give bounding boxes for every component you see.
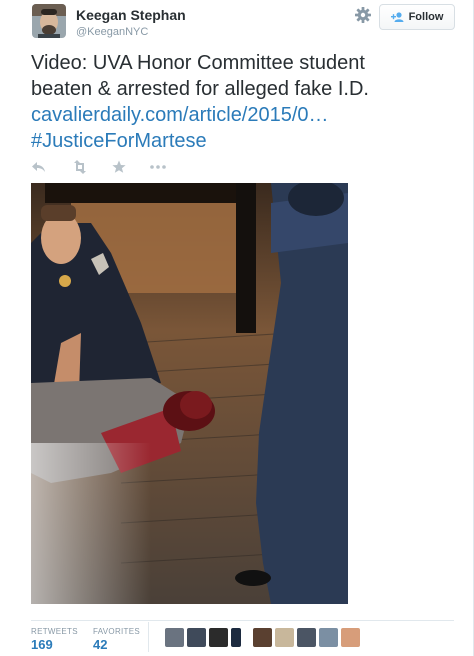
user-name[interactable]: Keegan Stephan <box>76 7 186 23</box>
stats-divider <box>31 620 454 621</box>
favoriter-avatar[interactable] <box>297 628 316 647</box>
add-user-icon <box>390 12 404 22</box>
more-icon[interactable] <box>149 159 166 175</box>
favorites-label: FAVORITES <box>93 627 141 636</box>
star-icon[interactable] <box>111 159 127 175</box>
tweet-photo[interactable] <box>31 183 348 604</box>
favoriter-avatar[interactable] <box>341 628 360 647</box>
avatar[interactable] <box>32 4 66 38</box>
reply-icon[interactable] <box>31 159 47 175</box>
favoriter-avatar[interactable] <box>253 628 272 647</box>
article-link[interactable]: cavalierdaily.com/article/2015/0… <box>31 104 329 126</box>
retweets-count[interactable]: 169 <box>31 637 53 652</box>
favoriter-avatar[interactable] <box>231 628 241 647</box>
favorites-count[interactable]: 42 <box>93 637 107 652</box>
tweet-text-line-1: Video: UVA Honor Committee student <box>31 52 365 74</box>
favoriter-avatar[interactable] <box>319 628 338 647</box>
follow-button[interactable]: Follow <box>379 4 455 30</box>
favoriter-avatar[interactable] <box>275 628 294 647</box>
tweet-text-line-2: beaten & arrested for alleged fake I.D. <box>31 78 369 100</box>
favoriter-avatar[interactable] <box>187 628 206 647</box>
favoriter-avatar[interactable] <box>165 628 184 647</box>
user-handle[interactable]: @KeeganNYC <box>76 26 148 38</box>
favoriter-avatar[interactable] <box>209 628 228 647</box>
hashtag-link[interactable]: #JusticeForMartese <box>31 130 207 152</box>
stats-separator <box>148 622 149 652</box>
retweets-label: RETWEETS <box>31 627 78 636</box>
follow-label: Follow <box>408 11 444 23</box>
retweet-icon[interactable] <box>71 159 87 175</box>
gear-icon[interactable] <box>354 6 372 24</box>
tweet-text: Video: UVA Honor Committee student beate… <box>31 50 431 154</box>
tweet-card: Keegan Stephan @KeeganNYC Follow Video: … <box>0 0 474 656</box>
